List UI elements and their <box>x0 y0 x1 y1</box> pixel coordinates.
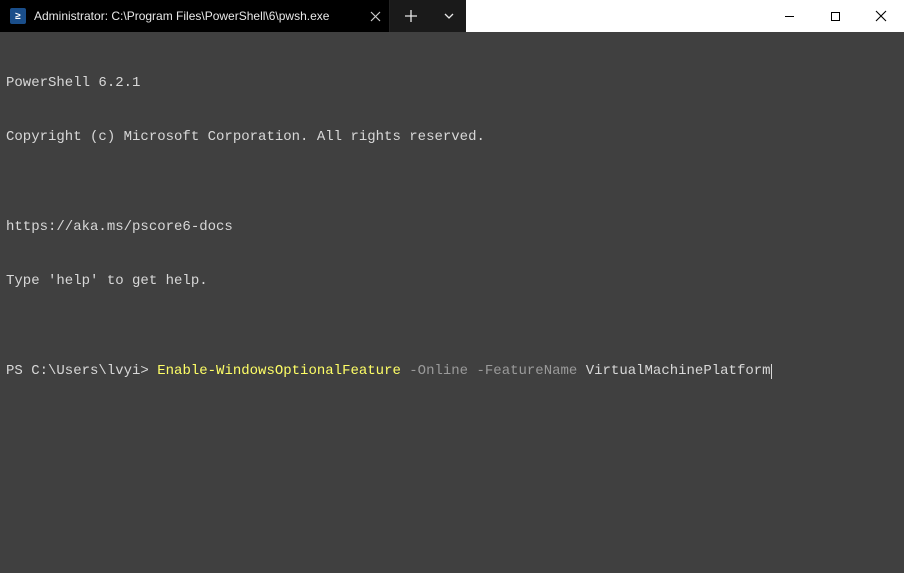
tabstrip: ≥ Administrator: C:\Program Files\PowerS… <box>0 0 466 32</box>
tab-close-button[interactable] <box>367 8 383 24</box>
titlebar: ≥ Administrator: C:\Program Files\PowerS… <box>0 0 904 32</box>
param-token: -FeatureName <box>477 363 586 379</box>
terminal-line: PowerShell 6.2.1 <box>6 74 898 92</box>
tab-powershell[interactable]: ≥ Administrator: C:\Program Files\PowerS… <box>0 0 390 32</box>
prompt: PS C:\Users\lvyi> <box>6 363 157 379</box>
maximize-button[interactable] <box>812 0 858 32</box>
titlebar-drag-area[interactable] <box>466 0 766 32</box>
terminal-command-line: PS C:\Users\lvyi> Enable-WindowsOptional… <box>6 362 898 380</box>
terminal-line: Type 'help' to get help. <box>6 272 898 290</box>
terminal-line: Copyright (c) Microsoft Corporation. All… <box>6 128 898 146</box>
new-tab-button[interactable] <box>390 0 432 32</box>
arg-token: VirtualMachinePlatform <box>586 363 771 379</box>
close-button[interactable] <box>858 0 904 32</box>
minimize-button[interactable] <box>766 0 812 32</box>
tab-title: Administrator: C:\Program Files\PowerShe… <box>34 9 359 23</box>
terminal-line: https://aka.ms/pscore6-docs <box>6 218 898 236</box>
terminal-pane[interactable]: PowerShell 6.2.1 Copyright (c) Microsoft… <box>0 32 904 573</box>
tab-dropdown-button[interactable] <box>432 0 466 32</box>
powershell-icon-glyph: ≥ <box>15 11 21 22</box>
cursor <box>771 364 772 379</box>
cmdlet-token: Enable-WindowsOptionalFeature <box>157 363 401 379</box>
tab-actions <box>390 0 466 32</box>
param-token: -Online <box>401 363 477 379</box>
window-controls <box>766 0 904 32</box>
app-window: ≥ Administrator: C:\Program Files\PowerS… <box>0 0 904 573</box>
powershell-icon: ≥ <box>10 8 26 24</box>
